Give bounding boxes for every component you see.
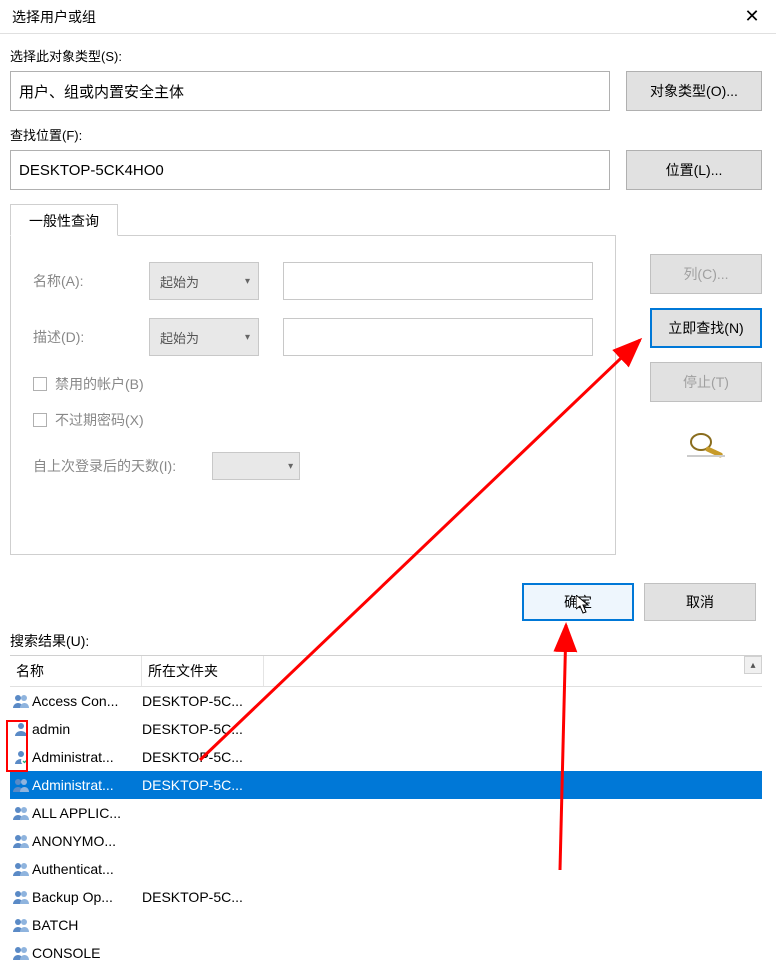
row-name: Authenticat... bbox=[32, 861, 142, 877]
ok-button[interactable]: 确定 bbox=[522, 583, 634, 621]
search-results-label: 搜索结果(U): bbox=[10, 631, 762, 651]
table-row[interactable]: ANONYMO... bbox=[10, 827, 762, 855]
days-since-login-label: 自上次登录后的天数(I): bbox=[33, 456, 176, 476]
chevron-down-icon: ▾ bbox=[245, 332, 250, 343]
group-icon bbox=[10, 945, 32, 961]
tab-strip: 一般性查询 bbox=[10, 204, 616, 236]
group-icon bbox=[10, 833, 32, 849]
name-input[interactable] bbox=[283, 262, 593, 300]
checkbox-icon bbox=[33, 413, 47, 427]
row-folder: DESKTOP-5C... bbox=[142, 749, 264, 765]
table-row[interactable]: Administrat...DESKTOP-5C... bbox=[10, 771, 762, 799]
desc-mode-combo[interactable]: 起始为 ▾ bbox=[149, 318, 259, 356]
chevron-down-icon: ▾ bbox=[245, 276, 250, 287]
table-row[interactable]: CONSOLE bbox=[10, 939, 762, 967]
row-name: ANONYMO... bbox=[32, 833, 142, 849]
group-icon bbox=[10, 805, 32, 821]
results-table: 名称 所在文件夹 ▴ Access Con...DESKTOP-5C...adm… bbox=[10, 655, 762, 967]
stop-button[interactable]: 停止(T) bbox=[650, 362, 762, 402]
column-folder[interactable]: 所在文件夹 bbox=[142, 656, 264, 686]
table-row[interactable]: Backup Op...DESKTOP-5C... bbox=[10, 883, 762, 911]
object-type-field[interactable]: 用户、组或内置安全主体 bbox=[10, 71, 610, 111]
desc-label: 描述(D): bbox=[33, 327, 125, 347]
row-name: BATCH bbox=[32, 917, 142, 933]
group-icon bbox=[10, 889, 32, 905]
days-since-login-combo[interactable]: ▾ bbox=[212, 452, 300, 480]
row-name: Backup Op... bbox=[32, 889, 142, 905]
table-row[interactable]: Access Con...DESKTOP-5C... bbox=[10, 687, 762, 715]
location-value: DESKTOP-5CK4HO0 bbox=[19, 162, 164, 179]
group-icon bbox=[10, 777, 32, 793]
cancel-button[interactable]: 取消 bbox=[644, 583, 756, 621]
location-label: 查找位置(F): bbox=[10, 125, 762, 144]
group-icon bbox=[10, 861, 32, 877]
row-folder: DESKTOP-5C... bbox=[142, 721, 264, 737]
object-types-button[interactable]: 对象类型(O)... bbox=[626, 71, 762, 111]
disabled-accounts-checkbox[interactable]: 禁用的帐户(B) bbox=[33, 374, 593, 394]
row-folder: DESKTOP-5C... bbox=[142, 693, 264, 709]
name-mode-combo[interactable]: 起始为 ▾ bbox=[149, 262, 259, 300]
table-row[interactable]: Administrat...DESKTOP-5C... bbox=[10, 743, 762, 771]
desc-input[interactable] bbox=[283, 318, 593, 356]
dialog-title: 选择用户或组 bbox=[12, 7, 96, 27]
find-now-button[interactable]: 立即查找(N) bbox=[650, 308, 762, 348]
close-icon[interactable]: ✕ bbox=[736, 4, 768, 30]
row-name: Administrat... bbox=[32, 749, 142, 765]
name-label: 名称(A): bbox=[33, 271, 125, 291]
table-row[interactable]: ALL APPLIC... bbox=[10, 799, 762, 827]
location-field[interactable]: DESKTOP-5CK4HO0 bbox=[10, 150, 610, 190]
row-folder: DESKTOP-5C... bbox=[142, 777, 264, 793]
row-name: CONSOLE bbox=[32, 945, 142, 961]
search-icon bbox=[685, 430, 727, 460]
scroll-up-button[interactable]: ▴ bbox=[744, 656, 762, 674]
row-name: Access Con... bbox=[32, 693, 142, 709]
results-header: 名称 所在文件夹 bbox=[10, 656, 762, 687]
chevron-down-icon: ▾ bbox=[288, 461, 293, 472]
table-row[interactable]: BATCH bbox=[10, 911, 762, 939]
row-name: Administrat... bbox=[32, 777, 142, 793]
non-expiring-password-checkbox[interactable]: 不过期密码(X) bbox=[33, 410, 593, 430]
column-name[interactable]: 名称 bbox=[10, 656, 142, 686]
group-icon bbox=[10, 693, 32, 709]
table-row[interactable]: adminDESKTOP-5C... bbox=[10, 715, 762, 743]
table-row[interactable]: Authenticat... bbox=[10, 855, 762, 883]
object-type-label: 选择此对象类型(S): bbox=[10, 46, 762, 65]
object-type-value: 用户、组或内置安全主体 bbox=[19, 81, 184, 102]
tab-general-query[interactable]: 一般性查询 bbox=[10, 204, 118, 236]
group-icon bbox=[10, 917, 32, 933]
row-folder: DESKTOP-5C... bbox=[142, 889, 264, 905]
titlebar: 选择用户或组 ✕ bbox=[0, 0, 776, 34]
row-name: admin bbox=[32, 721, 142, 737]
columns-button[interactable]: 列(C)... bbox=[650, 254, 762, 294]
locations-button[interactable]: 位置(L)... bbox=[626, 150, 762, 190]
general-query-panel: 名称(A): 起始为 ▾ 描述(D): 起始为 ▾ bbox=[10, 235, 616, 555]
checkbox-icon bbox=[33, 377, 47, 391]
row-name: ALL APPLIC... bbox=[32, 805, 142, 821]
